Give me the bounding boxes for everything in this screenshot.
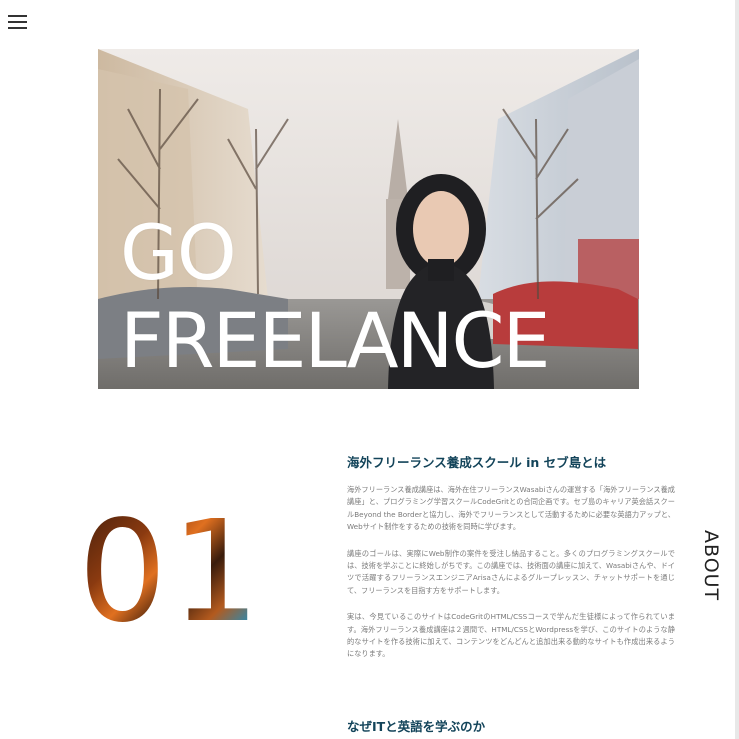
about-section: 海外フリーランス養成スクール in セブ島とは 海外フリーランス養成講座は、海外…	[347, 454, 675, 661]
hamburger-icon	[8, 15, 27, 17]
hamburger-menu-button[interactable]	[8, 12, 27, 31]
scrollbar[interactable]	[735, 0, 739, 739]
section-number: 01	[78, 491, 265, 654]
why-heading: なぜITと英語を学ぶのか	[347, 719, 486, 734]
hero-image: GO FREELANCE	[98, 49, 639, 389]
about-paragraph-1: 海外フリーランス養成講座は、海外在住フリーランスWasabiさんの運営する「海外…	[347, 485, 675, 532]
hero-title-line-1: GO	[120, 208, 237, 297]
about-heading: 海外フリーランス養成スクール in セブ島とは	[347, 455, 607, 470]
about-paragraph-3: 実は、今見ているこのサイトはCodeGritのHTML/CSSコースで学んだ生徒…	[347, 612, 675, 659]
about-paragraph-2: 講座のゴールは、実際にWeb制作の案件を受注し納品すること。多くのプログラミング…	[347, 548, 675, 595]
about-side-label: ABOUT	[700, 530, 722, 602]
hero-title: GO FREELANCE	[120, 208, 551, 385]
hero-title-line-2: FREELANCE	[120, 296, 551, 385]
